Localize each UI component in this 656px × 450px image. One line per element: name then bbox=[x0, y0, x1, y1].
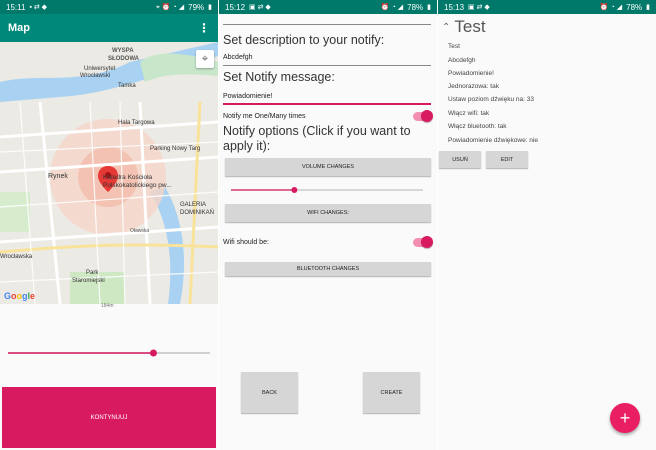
map-label-slodowa: SŁODOWA bbox=[108, 56, 139, 62]
notify-detail-screen: 15:13 ▣ ⇄ ◆ ⏰ ◔ ◢ 78% ▮ ⌃ Test Test Abcdefg… bbox=[438, 0, 656, 450]
map-label-galeria-1: GALERIA bbox=[180, 202, 207, 208]
clock: 15:11 bbox=[6, 2, 26, 12]
battery-level: 79% bbox=[188, 2, 205, 12]
map-label-uniwersytet: Uniwersytet bbox=[84, 66, 116, 72]
options-label-line-1: Notify options (Click if you want to bbox=[223, 124, 411, 138]
chevron-up-icon[interactable]: ⌃ bbox=[442, 22, 450, 33]
signal-icons: ⌖ ⏰ ◔ ◢ bbox=[156, 3, 185, 11]
map-label-wyspa: WYSPA bbox=[112, 48, 134, 54]
notify-once-row: Notify me One/Many times bbox=[223, 109, 433, 122]
detail-line: Włącz bluetooth: tak bbox=[448, 123, 507, 130]
notification-icons: ▣ ⇄ ◆ bbox=[468, 3, 490, 11]
battery-icon: ▮ bbox=[208, 3, 212, 11]
volume-slider[interactable] bbox=[231, 184, 423, 196]
detail-header[interactable]: ⌃ Test bbox=[442, 17, 486, 37]
map-scale: 184m bbox=[101, 303, 114, 309]
options-label-line-2: apply it): bbox=[223, 139, 271, 153]
status-bar: 15:11 ▪ ⇄ ◆ ⌖ ⏰ ◔ ◢ 79% ▮ bbox=[0, 0, 218, 14]
map-label-katedra-2: Polskokatolickiego pw... bbox=[103, 182, 172, 189]
divider bbox=[223, 24, 431, 25]
map-label-parking: Parking Nowy Targ bbox=[150, 146, 201, 152]
wifi-switch[interactable] bbox=[413, 235, 433, 248]
detail-title: Test bbox=[454, 17, 486, 36]
wifi-changes-button[interactable]: WIFI CHANGES: bbox=[225, 204, 431, 222]
detail-line: Ustaw poziom dźwięku na: 33 bbox=[448, 96, 534, 103]
notify-once-switch[interactable] bbox=[413, 109, 433, 122]
radius-slider[interactable] bbox=[8, 346, 210, 360]
form-content: Set description to your notify: Abcdefgh… bbox=[219, 14, 437, 450]
map-view[interactable]: WYSPA SŁODOWA Uniwersytet Wrocławski Tam… bbox=[0, 42, 218, 304]
clock: 15:13 bbox=[444, 2, 465, 12]
notification-icons: ▣ ⇄ ◆ bbox=[249, 3, 271, 11]
map-label-rynek: Rynek bbox=[48, 173, 68, 180]
detail-line: Powiadomienie dźwiękowe: nie bbox=[448, 137, 538, 144]
back-button[interactable]: BACK bbox=[241, 372, 298, 413]
map-label-galeria-2: DOMINIKAŃ bbox=[180, 210, 215, 216]
detail-line: Test bbox=[448, 43, 460, 50]
notify-form-screen: 15:12 ▣ ⇄ ◆ ⏰ ◔ ◢ 78% ▮ Set description to … bbox=[219, 0, 437, 450]
edit-button[interactable]: EDIT bbox=[486, 151, 528, 168]
detail-line: Włącz wifi: tak bbox=[448, 110, 490, 117]
status-bar: 15:13 ▣ ⇄ ◆ ⏰ ◔ ◢ 78% ▮ bbox=[438, 0, 656, 14]
signal-icons: ⏰ ◔ ◢ bbox=[380, 3, 404, 11]
map-label-tamka: Tamka bbox=[118, 83, 136, 89]
battery-icon: ▮ bbox=[427, 3, 431, 11]
detail-content: ⌃ Test Test Abcdefgh Powiadomienie! Jedn… bbox=[438, 14, 656, 450]
volume-changes-button[interactable]: VOLUME CHANGES bbox=[225, 158, 431, 176]
map-canvas bbox=[0, 42, 218, 304]
map-label-park-1: Park bbox=[86, 270, 99, 276]
map-label-park-2: Staromiejski bbox=[72, 278, 105, 284]
message-label: Set Notify message: bbox=[223, 70, 335, 84]
continue-button[interactable]: KONTYNUUJ bbox=[2, 387, 216, 448]
create-button[interactable]: CREATE bbox=[363, 372, 420, 413]
battery-level: 78% bbox=[407, 2, 424, 12]
message-input[interactable]: Powiadomienie! bbox=[223, 91, 431, 105]
map-screen: 15:11 ▪ ⇄ ◆ ⌖ ⏰ ◔ ◢ 79% ▮ Map ⋮ WYSPA SŁ… bbox=[0, 0, 218, 450]
app-bar: Map ⋮ bbox=[0, 14, 218, 42]
map-label-olawska: Oławska bbox=[130, 228, 150, 234]
detail-line: Powiadomienie! bbox=[448, 70, 494, 77]
app-title: Map bbox=[8, 22, 30, 34]
map-label-wroclawski: Wrocławski bbox=[80, 73, 111, 79]
map-label-katedra-1: Katedra Kościoła bbox=[103, 174, 153, 181]
bluetooth-changes-button[interactable]: BLUETOOTH CHANGES bbox=[225, 262, 431, 276]
google-logo: Google bbox=[4, 291, 36, 301]
notify-once-label: Notify me One/Many times bbox=[223, 112, 306, 120]
wifi-label: Wifi should be: bbox=[223, 238, 269, 246]
clock: 15:12 bbox=[225, 2, 246, 12]
delete-button[interactable]: USUŃ bbox=[439, 151, 481, 168]
detail-line: Jednorazowa: tak bbox=[448, 83, 499, 90]
map-label-wroclawska: Wrocławska bbox=[0, 254, 33, 260]
battery-icon: ▮ bbox=[646, 3, 650, 11]
status-bar: 15:12 ▣ ⇄ ◆ ⏰ ◔ ◢ 78% ▮ bbox=[219, 0, 437, 14]
my-location-icon[interactable]: ⌖ bbox=[196, 50, 214, 68]
signal-icons: ⏰ ◔ ◢ bbox=[599, 3, 623, 11]
description-input[interactable]: Abcdefgh bbox=[223, 52, 431, 66]
battery-level: 78% bbox=[626, 2, 643, 12]
notification-icons: ▪ ⇄ ◆ bbox=[29, 3, 48, 11]
description-label: Set description to your notify: bbox=[223, 33, 385, 47]
detail-line: Abcdefgh bbox=[448, 57, 476, 64]
map-label-hala: Hala Targowa bbox=[118, 120, 155, 126]
wifi-row: Wifi should be: bbox=[223, 235, 433, 248]
add-fab-button[interactable]: + bbox=[610, 403, 640, 433]
more-vert-icon[interactable]: ⋮ bbox=[198, 21, 210, 35]
